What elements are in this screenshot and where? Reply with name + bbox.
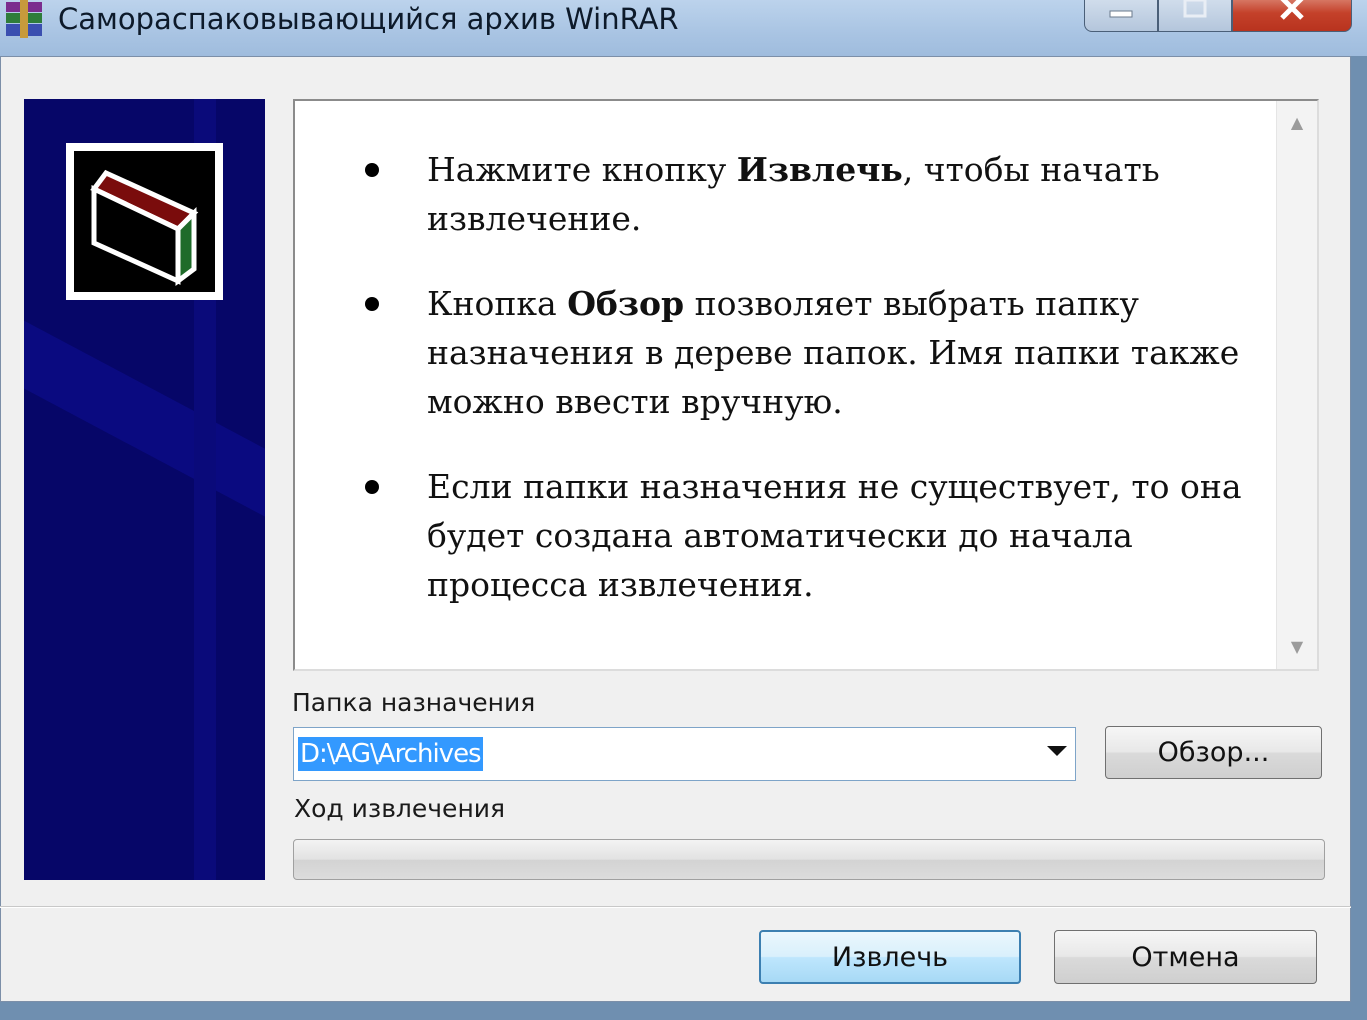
minimize-icon — [1106, 0, 1136, 23]
scroll-up-icon[interactable]: ▲ — [1277, 105, 1317, 141]
close-icon — [1274, 0, 1310, 28]
banner-stripe — [24, 308, 265, 550]
list-item: Если папки назначения не существует, то … — [365, 462, 1245, 609]
bullet-icon — [365, 480, 379, 494]
extraction-progress-bar — [293, 839, 1325, 880]
window-controls — [1084, 0, 1352, 32]
archive-logo — [66, 143, 223, 300]
scroll-down-icon[interactable]: ▼ — [1277, 629, 1317, 665]
browse-button[interactable]: Обзор... — [1105, 726, 1322, 779]
cancel-button[interactable]: Отмена — [1054, 930, 1317, 984]
extract-button[interactable]: Извлечь — [759, 930, 1021, 984]
maximize-button[interactable] — [1158, 0, 1232, 32]
list-item: Кнопка Обзор позволяет выбрать папку наз… — [365, 279, 1245, 426]
chevron-down-icon[interactable] — [1047, 746, 1067, 756]
minimize-button[interactable] — [1084, 0, 1158, 32]
bullet-icon — [365, 297, 379, 311]
list-item: Нажмите кнопку Извлечь, чтобы начать изв… — [365, 145, 1245, 243]
close-button[interactable] — [1232, 0, 1352, 32]
destination-label: Папка назначения — [292, 688, 536, 717]
window-title: Самораспаковывающийся архив WinRAR — [58, 2, 679, 36]
bullet-icon — [365, 163, 379, 177]
destination-input[interactable]: D:\AG\Archives — [298, 737, 483, 771]
instructions-list: Нажмите кнопку Извлечь, чтобы начать изв… — [365, 145, 1245, 645]
winrar-books-icon — [2, 0, 46, 40]
progress-label: Ход извлечения — [294, 794, 506, 823]
archive-box-icon — [74, 151, 215, 292]
instructions-panel: Нажмите кнопку Извлечь, чтобы начать изв… — [293, 99, 1319, 671]
title-bar: Самораспаковывающийся архив WinRAR — [0, 0, 1367, 56]
vertical-scrollbar[interactable]: ▲ ▼ — [1276, 101, 1317, 669]
maximize-icon — [1180, 0, 1210, 25]
separator — [0, 906, 1351, 908]
destination-combobox[interactable]: D:\AG\Archives — [293, 727, 1076, 781]
